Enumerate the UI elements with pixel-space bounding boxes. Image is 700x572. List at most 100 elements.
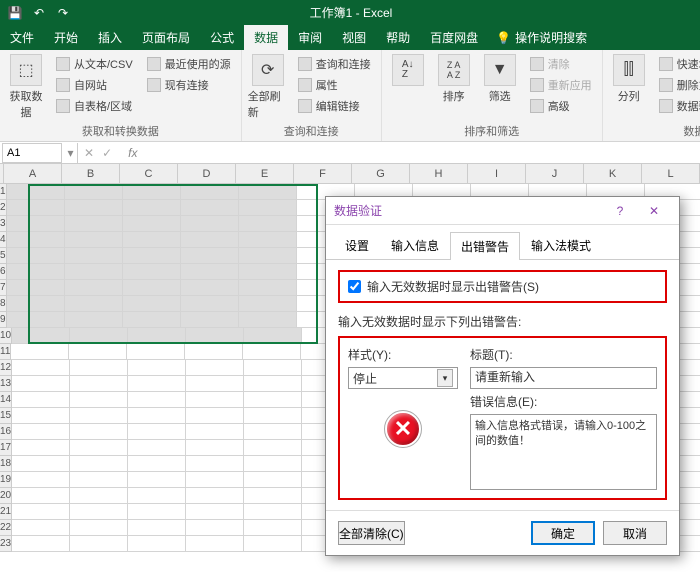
row-header[interactable]: 18 bbox=[0, 456, 12, 472]
ok-button[interactable]: 确定 bbox=[531, 521, 595, 545]
cell[interactable] bbox=[186, 504, 244, 520]
cell[interactable] bbox=[7, 280, 65, 296]
row-header[interactable]: 23 bbox=[0, 536, 12, 552]
cell[interactable] bbox=[128, 360, 186, 376]
cell[interactable] bbox=[181, 216, 239, 232]
data-validation[interactable]: 数据验证 ▾ bbox=[655, 96, 700, 116]
dialog-help-button[interactable]: ? bbox=[603, 200, 637, 222]
sort-button[interactable]: Z AA Z 排序 bbox=[434, 54, 474, 104]
cell[interactable] bbox=[65, 296, 123, 312]
cell[interactable] bbox=[7, 312, 65, 328]
tab-layout[interactable]: 页面布局 bbox=[132, 25, 200, 50]
cell[interactable] bbox=[7, 184, 65, 200]
cell[interactable] bbox=[70, 424, 128, 440]
cell[interactable] bbox=[70, 392, 128, 408]
col-header[interactable]: I bbox=[468, 164, 526, 183]
get-data-button[interactable]: ⬚ 获取数 据 bbox=[6, 54, 46, 120]
cell[interactable] bbox=[244, 376, 302, 392]
row-header[interactable]: 21 bbox=[0, 504, 12, 520]
col-header[interactable]: H bbox=[410, 164, 468, 183]
cell[interactable] bbox=[70, 456, 128, 472]
row-header[interactable]: 15 bbox=[0, 408, 12, 424]
cell[interactable] bbox=[181, 200, 239, 216]
cell[interactable] bbox=[239, 184, 297, 200]
cell[interactable] bbox=[12, 408, 70, 424]
cell[interactable] bbox=[7, 248, 65, 264]
cell[interactable] bbox=[70, 360, 128, 376]
cell[interactable] bbox=[239, 248, 297, 264]
cell[interactable] bbox=[244, 440, 302, 456]
cell[interactable] bbox=[244, 504, 302, 520]
cell[interactable] bbox=[128, 488, 186, 504]
row-header[interactable]: 13 bbox=[0, 376, 12, 392]
cell[interactable] bbox=[186, 424, 244, 440]
tab-formula[interactable]: 公式 bbox=[200, 25, 244, 50]
cell[interactable] bbox=[244, 488, 302, 504]
cell[interactable] bbox=[181, 232, 239, 248]
title-input[interactable]: 请重新输入 bbox=[470, 367, 657, 389]
clear-filter[interactable]: 清除 bbox=[526, 54, 596, 74]
row-header[interactable]: 14 bbox=[0, 392, 12, 408]
cell[interactable] bbox=[12, 456, 70, 472]
col-header[interactable]: F bbox=[294, 164, 352, 183]
cell[interactable] bbox=[239, 280, 297, 296]
cell[interactable] bbox=[70, 536, 128, 552]
properties[interactable]: 属性 bbox=[294, 75, 375, 95]
cell[interactable] bbox=[244, 456, 302, 472]
col-header[interactable]: K bbox=[584, 164, 642, 183]
cell[interactable] bbox=[12, 536, 70, 552]
from-table[interactable]: 自表格/区域 bbox=[52, 96, 137, 116]
cell[interactable] bbox=[12, 328, 70, 344]
reapply[interactable]: 重新应用 bbox=[526, 75, 596, 95]
from-web[interactable]: 自网站 bbox=[52, 75, 137, 95]
cell[interactable] bbox=[65, 184, 123, 200]
existing-conn[interactable]: 现有连接 bbox=[143, 75, 235, 95]
cell[interactable] bbox=[70, 504, 128, 520]
tab-insert[interactable]: 插入 bbox=[88, 25, 132, 50]
show-alert-checkbox[interactable]: 输入无效数据时显示出错警告(S) bbox=[348, 278, 657, 295]
cell[interactable] bbox=[181, 296, 239, 312]
cell[interactable] bbox=[65, 216, 123, 232]
filter-button[interactable]: ▼ 筛选 bbox=[480, 54, 520, 104]
cell[interactable] bbox=[12, 504, 70, 520]
save-icon[interactable]: 💾 bbox=[8, 6, 22, 20]
cell[interactable] bbox=[65, 232, 123, 248]
flash-fill[interactable]: 快速填充 bbox=[655, 54, 700, 74]
text-to-columns[interactable]: ⫿⫿ 分列 bbox=[609, 54, 649, 104]
cell[interactable] bbox=[185, 344, 243, 360]
cell[interactable] bbox=[244, 424, 302, 440]
col-header[interactable]: D bbox=[178, 164, 236, 183]
cell[interactable] bbox=[239, 216, 297, 232]
cell[interactable] bbox=[123, 296, 181, 312]
cell[interactable] bbox=[70, 440, 128, 456]
cell[interactable] bbox=[70, 376, 128, 392]
cell[interactable] bbox=[70, 472, 128, 488]
tell-me-search[interactable]: 💡 操作说明搜索 bbox=[496, 25, 587, 50]
cell[interactable] bbox=[65, 312, 123, 328]
cell[interactable] bbox=[12, 488, 70, 504]
cell[interactable] bbox=[181, 184, 239, 200]
cell[interactable] bbox=[239, 296, 297, 312]
dlg-tab-ime[interactable]: 输入法模式 bbox=[520, 231, 602, 259]
remove-dup[interactable]: 删除重复值 bbox=[655, 75, 700, 95]
cell[interactable] bbox=[128, 520, 186, 536]
cell[interactable] bbox=[12, 424, 70, 440]
cell[interactable] bbox=[239, 200, 297, 216]
cell[interactable] bbox=[123, 280, 181, 296]
cell[interactable] bbox=[65, 248, 123, 264]
cell[interactable] bbox=[70, 408, 128, 424]
cell[interactable] bbox=[123, 312, 181, 328]
tab-baidu[interactable]: 百度网盘 bbox=[420, 25, 488, 50]
cell[interactable] bbox=[128, 424, 186, 440]
col-header[interactable]: E bbox=[236, 164, 294, 183]
cell[interactable] bbox=[12, 440, 70, 456]
cell[interactable] bbox=[11, 344, 69, 360]
cell[interactable] bbox=[7, 200, 65, 216]
cell[interactable] bbox=[12, 472, 70, 488]
cell[interactable] bbox=[65, 200, 123, 216]
tab-review[interactable]: 审阅 bbox=[288, 25, 332, 50]
cell[interactable] bbox=[239, 232, 297, 248]
tab-view[interactable]: 视图 bbox=[332, 25, 376, 50]
cell[interactable] bbox=[186, 408, 244, 424]
cell[interactable] bbox=[181, 280, 239, 296]
